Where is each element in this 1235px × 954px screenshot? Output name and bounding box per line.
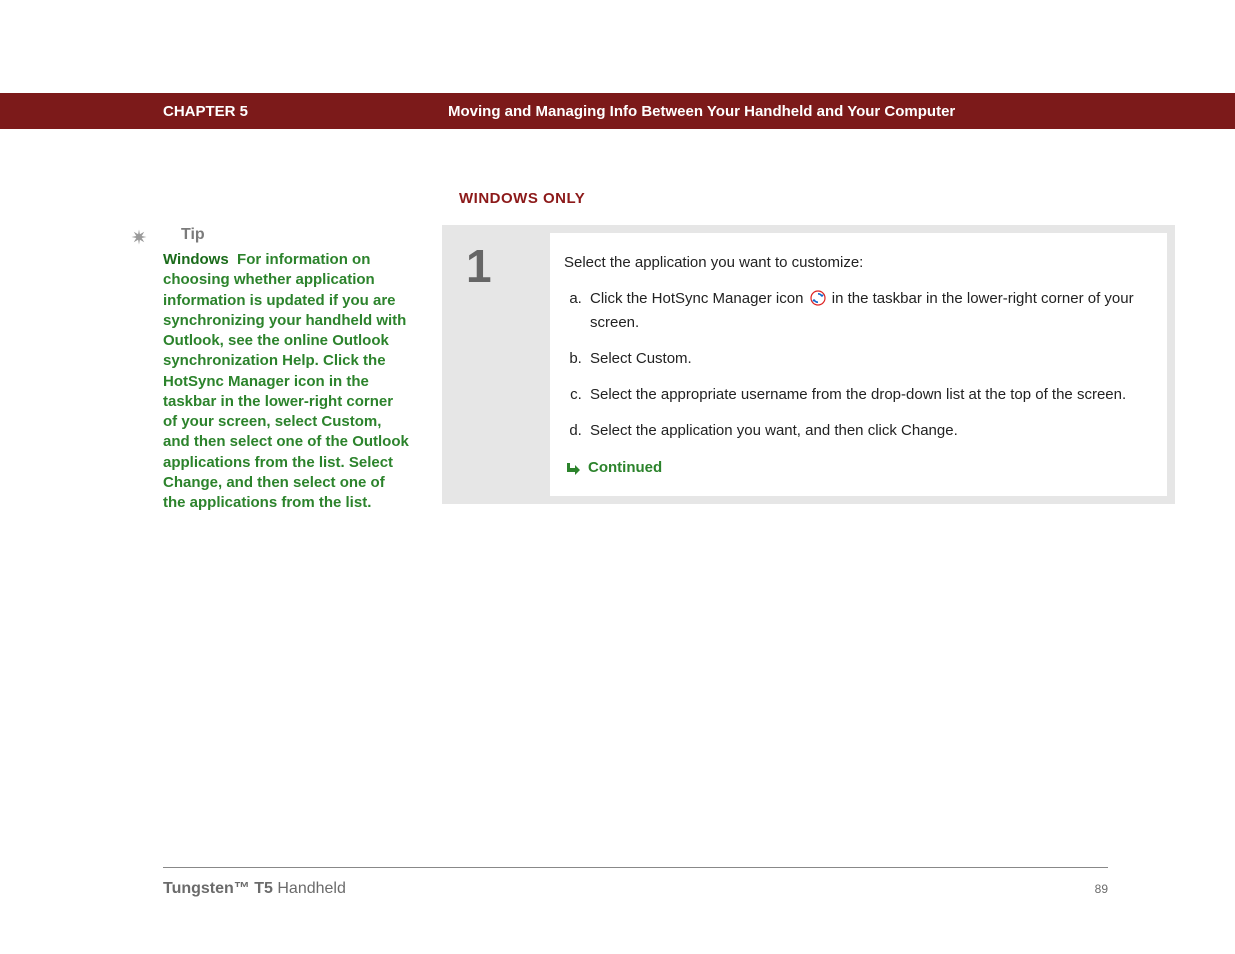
footer-product: Tungsten™ T5 Handheld xyxy=(163,880,346,898)
chapter-label: CHAPTER 5 xyxy=(163,103,248,120)
step-list: Click the HotSync Manager icon in the ta… xyxy=(564,289,1143,441)
step-item-a: Click the HotSync Manager icon in the ta… xyxy=(586,289,1143,333)
tip-platform: Windows xyxy=(163,251,229,268)
hotsync-icon xyxy=(810,290,826,312)
footer-page-number: 89 xyxy=(1095,882,1108,896)
tip-label: Tip xyxy=(181,226,205,244)
continued-label: Continued xyxy=(588,458,662,478)
page-footer: Tungsten™ T5 Handheld 89 xyxy=(163,867,1108,898)
chapter-header-bar: CHAPTER 5 Moving and Managing Info Betwe… xyxy=(0,93,1235,129)
sidebar-tip: Tip Windows For information on choosing … xyxy=(130,226,410,513)
step-card: 1 Select the application you want to cus… xyxy=(442,225,1175,504)
footer-product-name: Tungsten™ T5 xyxy=(163,880,273,897)
asterisk-icon xyxy=(130,228,148,246)
chapter-title: Moving and Managing Info Between Your Ha… xyxy=(448,103,955,120)
footer-product-type: Handheld xyxy=(273,880,346,897)
continued-indicator: Continued xyxy=(564,458,1143,478)
tip-text: For information on choosing whether appl… xyxy=(163,251,409,511)
step-item-b: Select Custom. xyxy=(586,349,1143,369)
arrow-down-right-icon xyxy=(564,460,580,476)
step-intro: Select the application you want to custo… xyxy=(564,253,1143,273)
step-number: 1 xyxy=(450,233,550,496)
step-item-d: Select the application you want, and the… xyxy=(586,421,1143,441)
step-content: Select the application you want to custo… xyxy=(550,233,1167,496)
step-a-pre: Click the HotSync Manager icon xyxy=(590,290,808,307)
section-heading: WINDOWS ONLY xyxy=(459,190,585,207)
tip-body: Windows For information on choosing whet… xyxy=(163,250,410,513)
step-item-c: Select the appropriate username from the… xyxy=(586,385,1143,405)
